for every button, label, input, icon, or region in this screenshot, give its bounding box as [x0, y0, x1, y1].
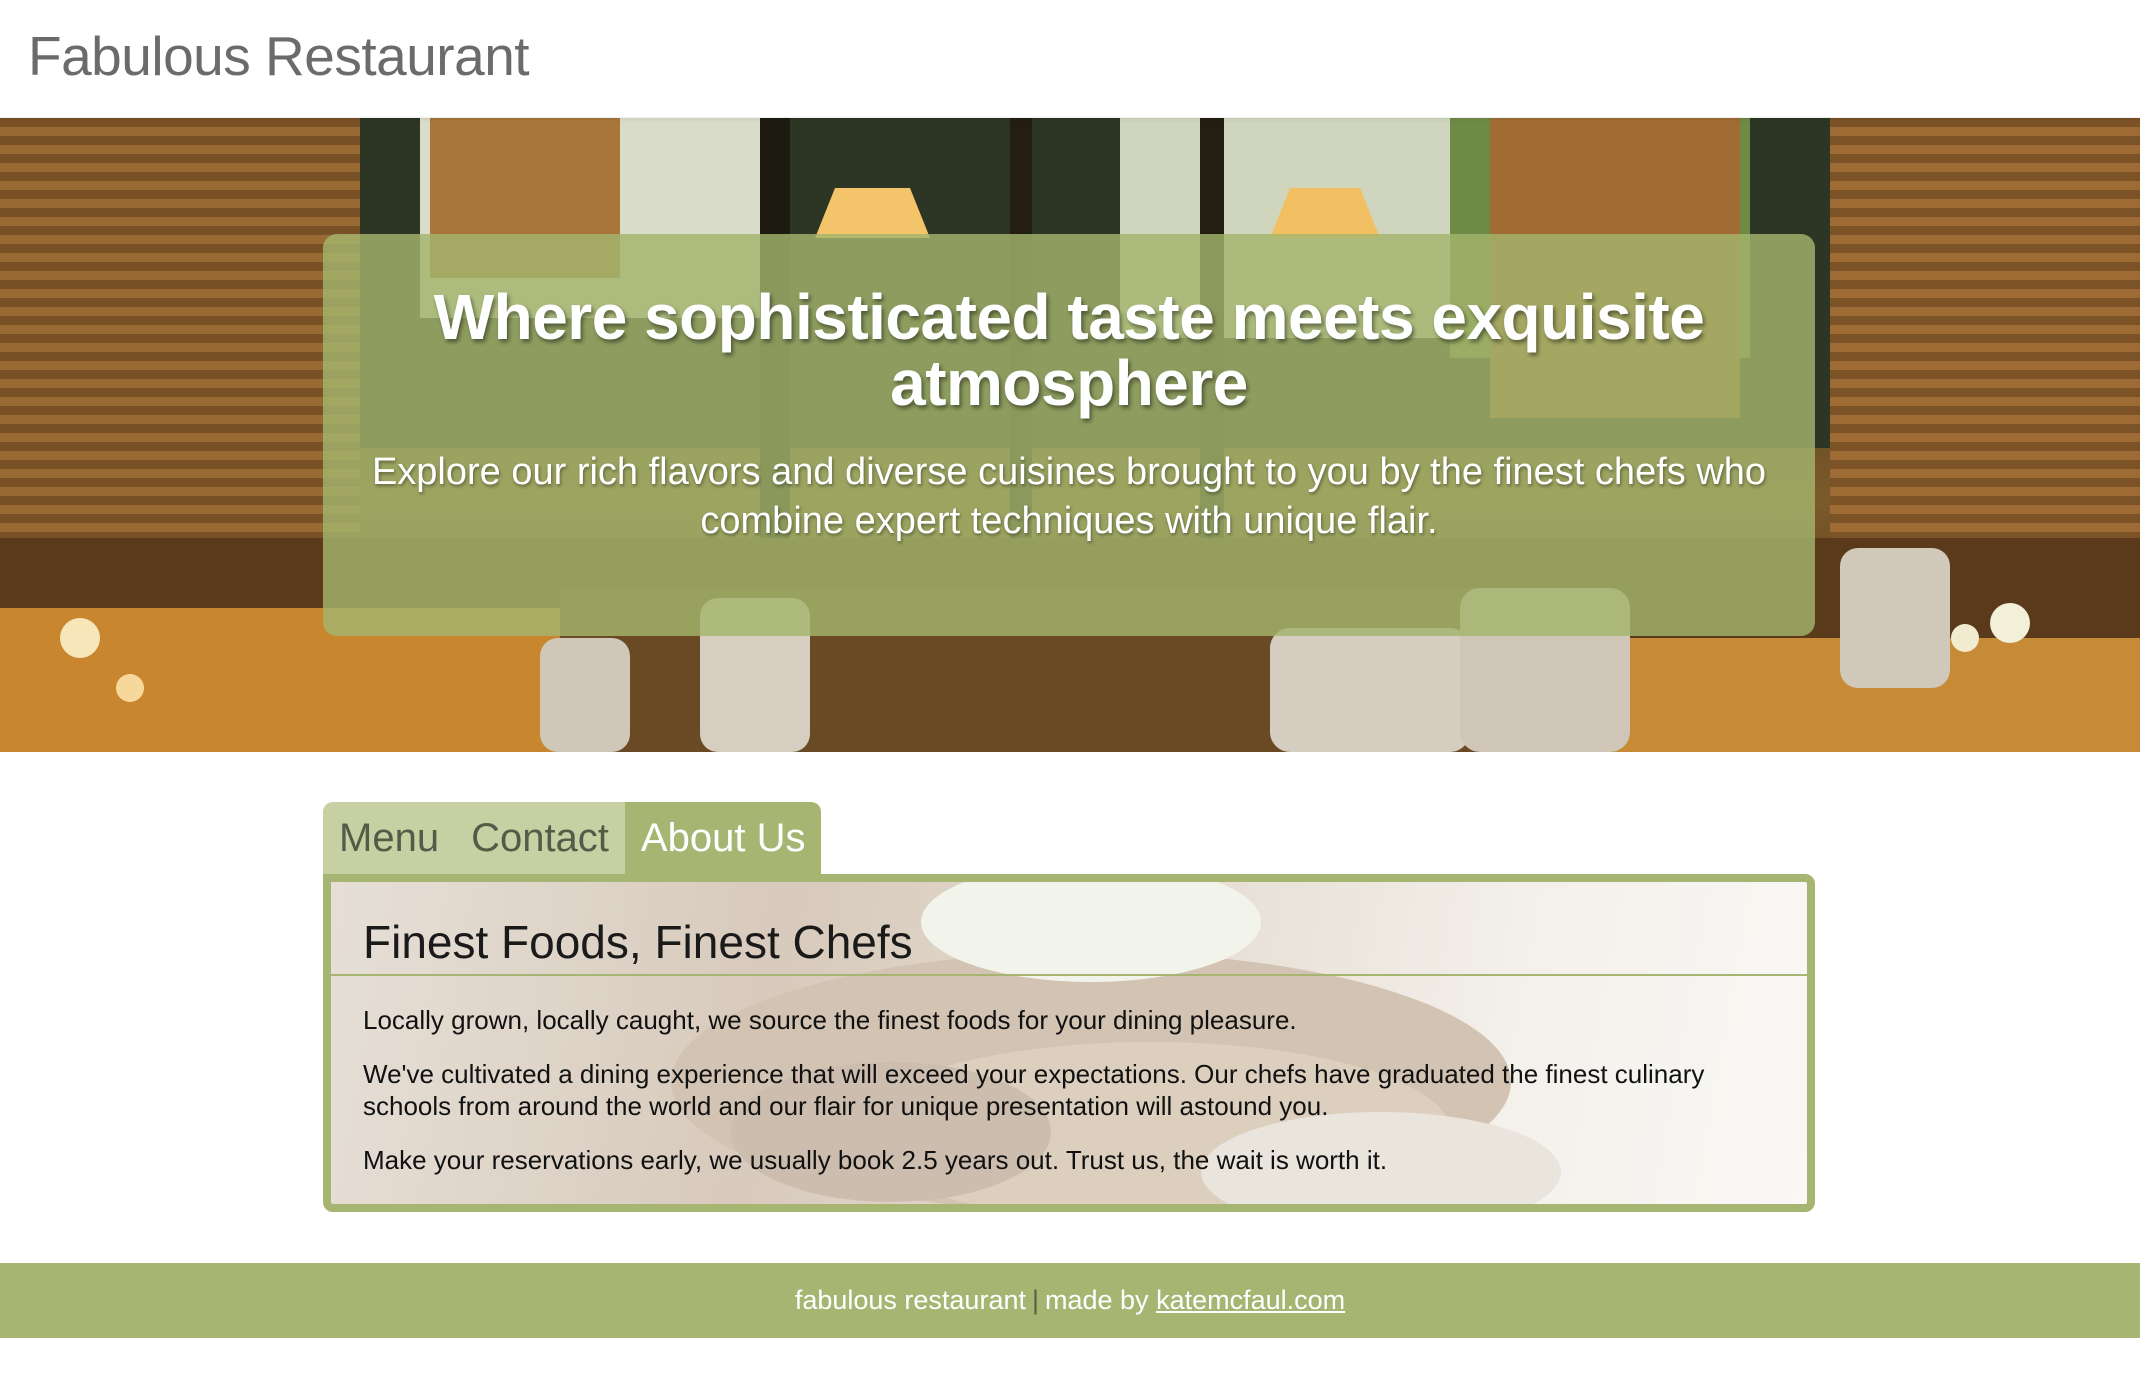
- footer-separator: |: [1031, 1285, 1039, 1315]
- hero-banner: Where sophisticated taste meets exquisit…: [0, 118, 2140, 752]
- tab-about-us[interactable]: About Us: [624, 802, 822, 874]
- tab-contact[interactable]: Contact: [455, 802, 625, 874]
- tab-menu[interactable]: Menu: [323, 802, 455, 874]
- content-paragraph: We've cultivated a dining experience tha…: [363, 1059, 1705, 1121]
- content-paragraph: Locally grown, locally caught, we source…: [363, 1005, 1297, 1035]
- about-us-panel: Finest Foods, Finest Chefs Locally grown…: [323, 874, 1815, 1212]
- site-footer: fabulous restaurant | made by katemcfaul.c…: [0, 1263, 2140, 1338]
- site-header: Fabulous Restaurant: [0, 0, 2140, 117]
- hero-subheading: Explore our rich flavors and diverse cui…: [371, 451, 1767, 542]
- site-title[interactable]: Fabulous Restaurant: [28, 24, 530, 88]
- footer-made-by: made by: [1045, 1285, 1149, 1315]
- footer-text: fabulous restaurant: [794, 1285, 1026, 1315]
- footer-author-link[interactable]: katemcfaul.com: [1156, 1285, 1345, 1315]
- hero-heading: Where sophisticated taste meets exquisit…: [433, 281, 1705, 419]
- content-tabs: Menu Contact About Us: [323, 802, 822, 874]
- content-inner: Finest Foods, Finest Chefs Locally grown…: [331, 916, 1807, 1176]
- content-heading: Finest Foods, Finest Chefs: [331, 916, 1807, 976]
- hero-panel: Where sophisticated taste meets exquisit…: [323, 234, 1815, 636]
- content-paragraph: Make your reservations early, we usually…: [363, 1145, 1388, 1175]
